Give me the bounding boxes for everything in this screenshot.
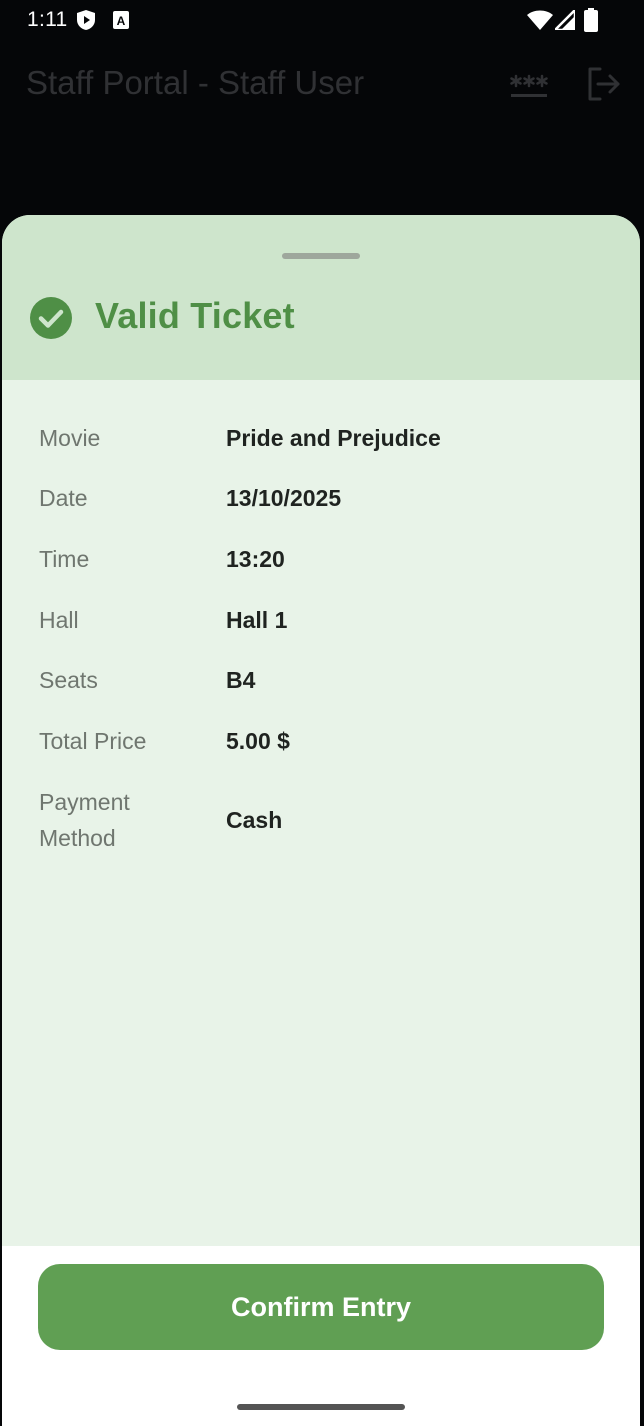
sheet-footer: Confirm Entry bbox=[2, 1246, 640, 1426]
sheet-header: Valid Ticket bbox=[2, 215, 640, 380]
check-circle-icon bbox=[30, 297, 72, 339]
detail-label: Time bbox=[39, 546, 90, 572]
detail-value: 13:20 bbox=[226, 546, 285, 572]
detail-label: Seats bbox=[39, 667, 98, 693]
confirm-entry-button[interactable]: Confirm Entry bbox=[38, 1264, 604, 1350]
app-bar: Staff Portal - Staff User bbox=[0, 42, 644, 126]
ticket-bottom-sheet: Valid Ticket Movie Pride and Prejudice D… bbox=[2, 215, 640, 1426]
detail-label: Total Price bbox=[39, 728, 147, 754]
signal-icon bbox=[551, 6, 577, 35]
autofill-icon: A bbox=[113, 11, 129, 34]
detail-label: Payment Method bbox=[39, 789, 130, 851]
detail-value: Hall 1 bbox=[226, 607, 288, 633]
password-icon[interactable] bbox=[510, 74, 548, 103]
detail-label: Hall bbox=[39, 607, 79, 633]
sheet-title: Valid Ticket bbox=[95, 295, 295, 336]
status-bar: 1:11 A bbox=[0, 0, 644, 42]
detail-value: Cash bbox=[226, 807, 283, 833]
play-protect-icon bbox=[76, 9, 96, 36]
detail-value: 5.00 $ bbox=[226, 728, 290, 754]
app-title: Staff Portal - Staff User bbox=[26, 64, 365, 101]
detail-value: Pride and Prejudice bbox=[226, 425, 441, 451]
svg-text:A: A bbox=[117, 14, 126, 28]
home-indicator[interactable] bbox=[237, 1404, 405, 1410]
drag-handle[interactable] bbox=[282, 253, 360, 259]
status-time: 1:11 bbox=[27, 8, 68, 31]
screen: 1:11 A Staff Portal - Staff User Valid T… bbox=[0, 0, 644, 1426]
detail-value: B4 bbox=[226, 667, 256, 693]
logout-icon[interactable] bbox=[586, 67, 622, 106]
detail-label: Movie bbox=[39, 425, 101, 451]
wifi-icon bbox=[527, 10, 553, 35]
battery-icon bbox=[584, 8, 598, 37]
detail-label: Date bbox=[39, 485, 88, 511]
detail-value: 13/10/2025 bbox=[226, 485, 342, 511]
